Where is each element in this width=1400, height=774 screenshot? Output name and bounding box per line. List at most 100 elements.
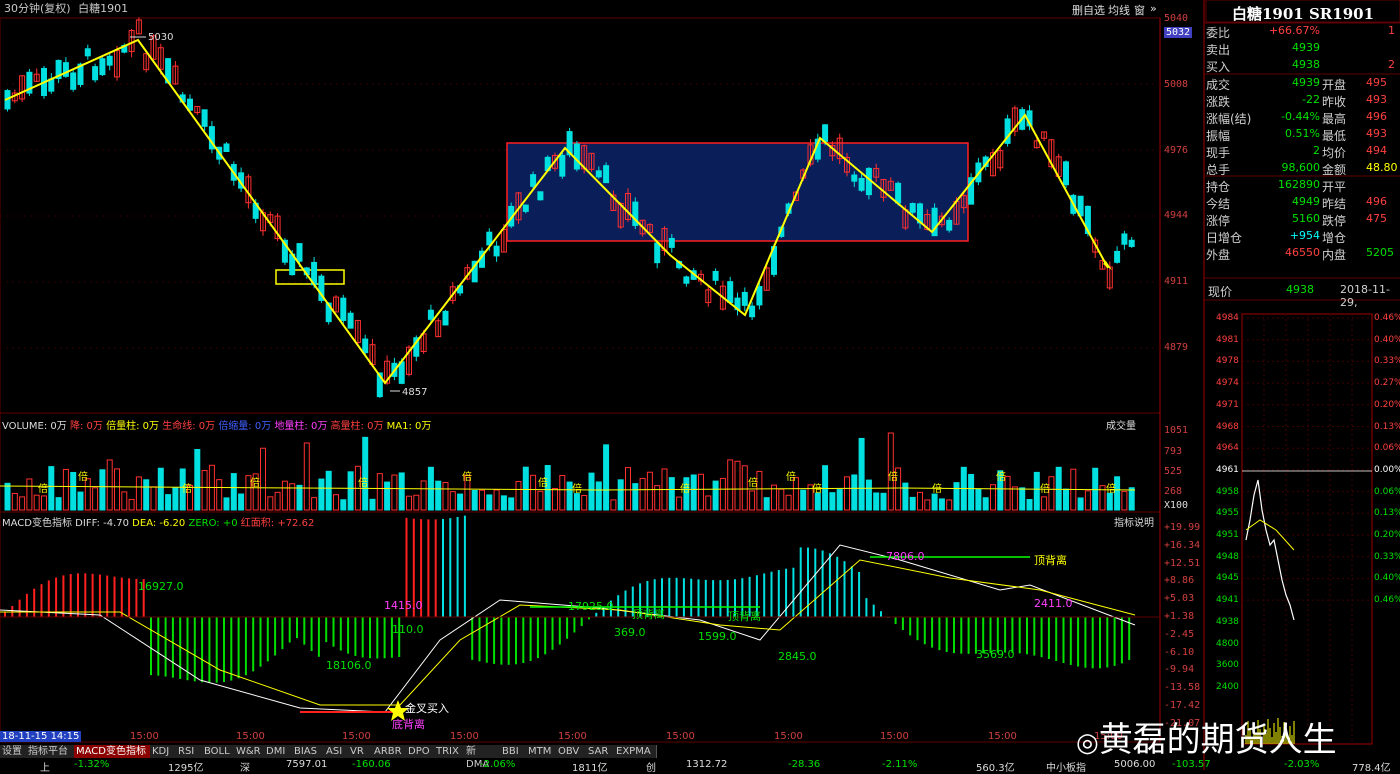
indicator-tab[interactable]: W&R <box>234 745 265 758</box>
quote-label: 最高 <box>1322 112 1347 126</box>
volume-double-marker: 倍 <box>78 470 88 483</box>
candle-body <box>99 58 106 76</box>
indicator-tab[interactable]: 新DMA <box>464 745 501 770</box>
volume-bar <box>150 486 157 511</box>
quote-row: 外盘 46550 内盘 5205 <box>1206 246 1400 262</box>
quote-value: 496 <box>1366 110 1387 123</box>
volume-bar <box>1092 467 1099 511</box>
indicator-tab[interactable]: DPO <box>406 745 435 758</box>
indicator-tabs: 设置 指标平台 MACD变色指标 KDJ RSI BOLL W&R DMI BIAS ASI VR A… <box>0 745 720 770</box>
quote-value: 4939 <box>1292 76 1320 89</box>
intraday-price-tick: 4945 <box>1216 573 1239 584</box>
quote-value: 5160 <box>1292 212 1320 225</box>
volume-double-marker: 倍 <box>888 470 898 483</box>
quote-label: 涨幅(结) <box>1206 112 1252 126</box>
price-tick: 5040 <box>1164 13 1189 24</box>
macd-annotation: 底背离 <box>392 718 425 731</box>
indicator-tab[interactable]: OBV <box>556 745 587 758</box>
symbol-label: 白糖1901 <box>78 2 129 15</box>
volume-bar <box>873 492 880 511</box>
indicator-tab[interactable]: SAR <box>586 745 615 758</box>
intraday-pct-tick: 0.00% <box>1374 464 1400 475</box>
volume-shrink: 倍缩量: 0万 <box>218 421 272 432</box>
volume-bar <box>70 471 77 511</box>
candle-body <box>573 143 580 170</box>
volume-tick: 525 <box>1164 466 1183 477</box>
volume-bar <box>41 495 47 511</box>
volume-bar <box>1033 471 1040 511</box>
window-button[interactable]: 窗 <box>1134 2 1145 18</box>
indicator-tab[interactable]: MACD变色指标 <box>74 745 151 758</box>
volume-indicator-menu[interactable]: 成交量 <box>1106 417 1136 432</box>
quote-label: 内盘 <box>1322 248 1347 262</box>
volume-bar <box>128 498 135 511</box>
intraday-pct-tick: 0.46% <box>1374 313 1400 323</box>
volume-bar <box>851 474 858 511</box>
quote-row: 涨停 5160 跌停 475 <box>1206 212 1400 228</box>
period-label[interactable]: 30分钟(复权) <box>4 2 71 15</box>
quote-label: 最低 <box>1322 129 1347 143</box>
indicator-help-button[interactable]: 指标说明 <box>1114 514 1154 529</box>
indicator-tab[interactable]: TRIX <box>434 745 465 758</box>
candle-body <box>530 174 537 187</box>
quote-value: 495 <box>1366 76 1387 89</box>
indicator-tab[interactable]: MTM <box>526 745 557 758</box>
quote-label: 均价 <box>1322 146 1347 160</box>
volume-lifeline: 生命线: 0万 <box>162 421 216 432</box>
quote-label: 现手 <box>1206 146 1231 160</box>
indicator-tab[interactable]: ARBR <box>372 745 407 758</box>
intraday-pct-tick: 0.33% <box>1374 356 1400 367</box>
quote-value: 493 <box>1366 127 1387 140</box>
volume-bar <box>749 490 756 511</box>
ma-button[interactable]: 均线 <box>1108 2 1130 18</box>
volume-bar <box>92 487 99 511</box>
candle-body <box>92 66 99 81</box>
expand-button[interactable]: » <box>1150 2 1157 15</box>
volume-bar <box>281 480 288 511</box>
price-tick: 4911 <box>1164 276 1189 287</box>
indicator-tab[interactable]: RSI <box>176 745 203 758</box>
volume-bar <box>493 489 500 511</box>
volume-bar <box>391 474 398 511</box>
volume-bar <box>508 497 515 511</box>
volume-bar <box>230 473 237 511</box>
intraday-price-tick: 4951 <box>1216 530 1239 540</box>
remove-favorite-button[interactable]: 删自选 <box>1072 2 1105 18</box>
indicator-tab[interactable]: BOLL <box>202 745 235 758</box>
indicator-tab[interactable]: BIAS <box>292 745 325 758</box>
indicator-tab[interactable]: DMI <box>264 745 293 758</box>
volume-bar <box>727 459 734 511</box>
indicator-tab[interactable]: BBI <box>500 745 527 758</box>
volume-label: VOLUME: 0万 <box>2 421 67 432</box>
macd-zero: ZERO: +0 <box>188 518 238 529</box>
quote-label: 今结 <box>1206 197 1231 211</box>
status-item: 上 <box>40 763 50 774</box>
quote-row: 总手 98,600 金额 48.80 <box>1206 161 1400 177</box>
candle-body <box>223 143 230 152</box>
indicator-tab[interactable]: KDJ <box>150 745 177 758</box>
indicator-tab[interactable]: 指标平台 <box>26 745 75 758</box>
volume-bar <box>135 476 142 511</box>
indicator-tab[interactable]: ASI <box>324 745 349 758</box>
quote-value: 493 <box>1366 93 1387 106</box>
price-tick: 4879 <box>1164 342 1189 353</box>
intraday-price-tick: 4984 <box>1216 313 1239 323</box>
indicator-tab[interactable]: VR <box>348 745 373 758</box>
volume-bar <box>573 493 580 511</box>
quote-row: 卖出 4939 <box>1206 41 1400 57</box>
quote-value: -0.44% <box>1281 110 1320 123</box>
macd-title[interactable]: MACD变色指标 <box>2 518 72 529</box>
time-tick: 15:00 <box>988 731 1017 742</box>
intraday-price-tick: 4958 <box>1216 486 1239 497</box>
volume-bar <box>778 488 785 511</box>
candle-body <box>340 297 347 321</box>
quote-value: +66.67% <box>1268 24 1320 37</box>
volume-bar <box>84 478 91 511</box>
volume-bar <box>668 477 675 511</box>
now-date: 2018-11-29, <box>1340 283 1390 309</box>
intraday-pct-tick: 0.27% <box>1374 378 1400 389</box>
volume-double: 倍量柱: 0万 <box>106 421 160 432</box>
indicator-tab[interactable]: EXPMA <box>614 745 657 758</box>
macd-tick: +1.38 <box>1164 611 1195 622</box>
indicator-tab[interactable]: 设置 <box>0 745 27 758</box>
